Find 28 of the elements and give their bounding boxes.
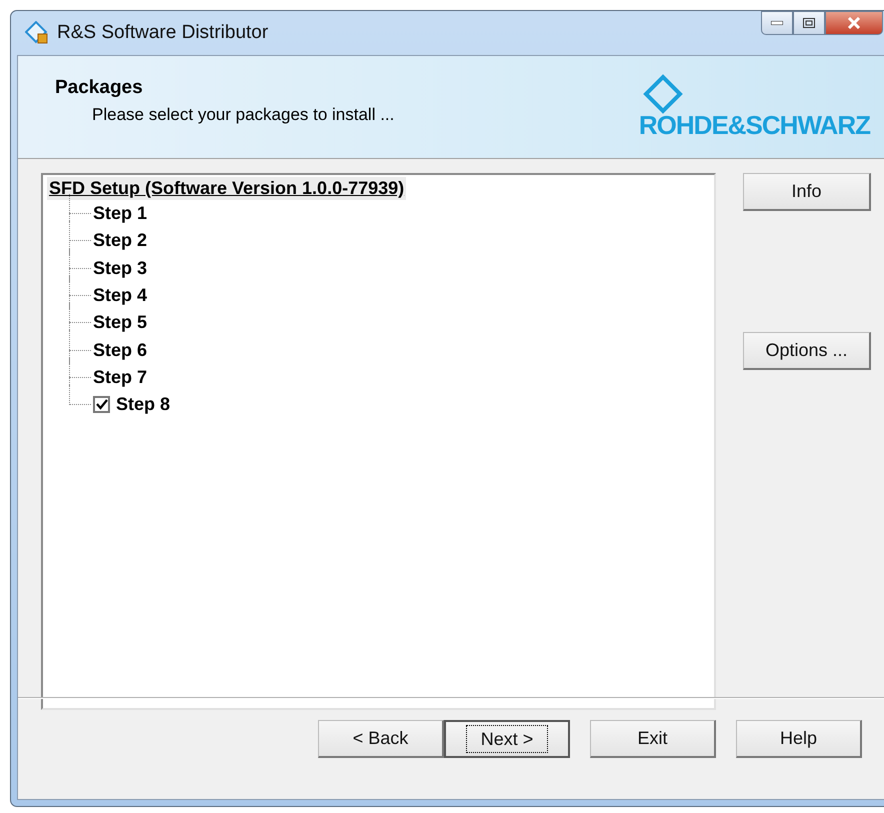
close-button[interactable]	[825, 11, 883, 35]
tree-item[interactable]: Step 2	[93, 230, 148, 252]
logo-text: ROHDE&SCHWARZ	[638, 110, 870, 141]
maximize-icon	[803, 18, 815, 28]
close-icon	[847, 17, 861, 29]
window-title: R&S Software Distributor	[57, 22, 268, 44]
tree-item[interactable]: Step 8	[116, 394, 170, 416]
info-button[interactable]: Info	[743, 173, 871, 211]
tree-item[interactable]: Step 1	[93, 203, 148, 224]
tree-item[interactable]: Step 4	[93, 285, 148, 306]
page-title: Packages	[55, 77, 144, 99]
wizard-button[interactable]: Exit	[590, 720, 716, 758]
tree-item[interactable]: Step 5	[93, 312, 148, 334]
wizard-button[interactable]: < Back	[318, 720, 444, 758]
diamond-logo-icon	[642, 74, 683, 114]
page-subtitle: Please select your packages to install ...	[91, 105, 396, 125]
options-button[interactable]: Options ...	[743, 332, 871, 370]
minimize-button[interactable]	[761, 11, 793, 35]
maximize-button[interactable]	[793, 11, 825, 35]
wizard-button[interactable]: Help	[736, 720, 862, 758]
wizard-button[interactable]: Next >	[444, 720, 570, 758]
minimize-icon	[771, 21, 783, 25]
tree-item[interactable]: Step 7	[93, 366, 148, 388]
checkbox[interactable]	[93, 396, 110, 414]
tree-item[interactable]: Step 3	[93, 258, 148, 279]
tree-root-item[interactable]: SFD Setup (Software Version 1.0.0-77939)	[47, 177, 406, 200]
check-icon	[96, 399, 108, 410]
tree-item[interactable]: Step 6	[93, 340, 148, 361]
